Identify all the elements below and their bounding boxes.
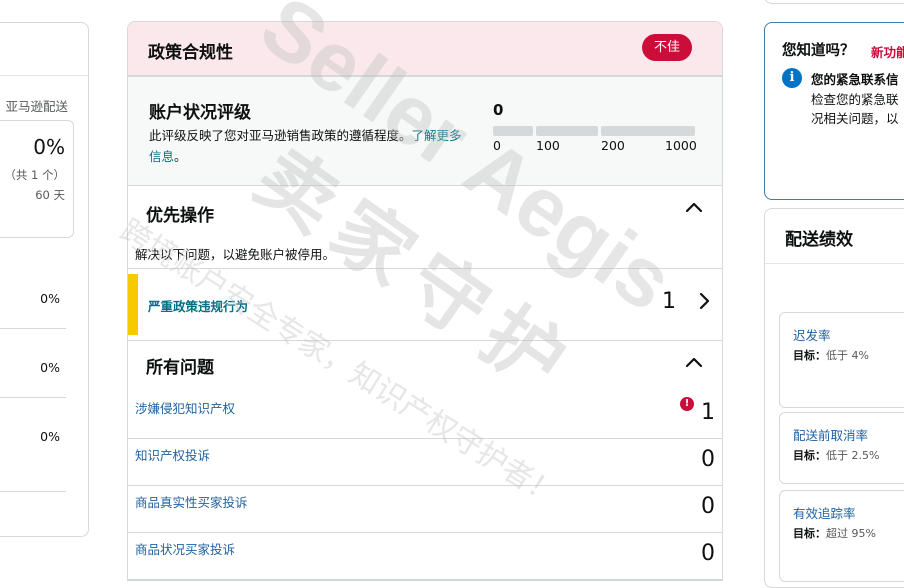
issue-row[interactable]: 商品真实性买家投诉 0 [128, 486, 722, 533]
metric-percent-row-3: 0% [40, 429, 60, 444]
divider [0, 397, 66, 398]
account-health-title: 账户状况评级 [149, 103, 251, 123]
did-you-know-title: 您知道吗？ [782, 43, 855, 59]
issue-count: 1 [701, 400, 715, 425]
target-label: 目标： [793, 449, 826, 462]
divider [0, 328, 66, 329]
top-card-edge [764, 0, 904, 4]
issue-count: 0 [701, 447, 715, 472]
metric-name[interactable]: 迟发率 [793, 325, 831, 344]
metric-percent-row-1: 0% [40, 291, 60, 306]
fba-stat-box[interactable]: 0% （共 1 个） 60 天 [0, 120, 74, 238]
issue-row[interactable]: 涉嫌侵犯知识产权 ! 1 [128, 392, 722, 439]
new-feature-label: 新功能 [871, 45, 904, 60]
scale-tick: 200 [601, 138, 625, 153]
pre-fulfillment-cancel-rate-box[interactable]: 配送前取消率 目标：低于 2.5% [779, 412, 904, 484]
target-label: 目标： [793, 527, 826, 540]
warning-bar [128, 274, 138, 335]
status-badge: 不佳 [641, 34, 692, 61]
issue-label[interactable]: 商品状况买家投诉 [135, 539, 235, 558]
description-period: 。 [174, 149, 187, 164]
chevron-up-icon[interactable] [682, 351, 706, 375]
issue-count: 0 [701, 494, 715, 519]
priority-actions-title: 优先操作 [146, 206, 214, 226]
chevron-right-icon[interactable] [694, 291, 714, 311]
fba-stat-count: （共 1 个） [4, 168, 65, 182]
account-health-rating: 账户状况评级 此评级反映了您对亚马逊销售政策的遵循程度。了解更多信息。 0 0 … [128, 77, 722, 186]
divider [765, 263, 904, 264]
account-health-description-text: 此评级反映了您对亚马逊销售政策的遵循程度。 [149, 128, 412, 143]
priority-actions-description: 解决以下问题，以避免账户被停用。 [135, 247, 336, 262]
late-shipment-rate-box[interactable]: 迟发率 目标：低于 4% [779, 312, 904, 408]
metric-name[interactable]: 有效追踪率 [793, 503, 856, 522]
metric-target: 目标：低于 2.5% [793, 447, 879, 463]
scale-tick: 0 [493, 138, 501, 153]
fba-stat-days: 60 天 [35, 188, 65, 202]
rating-scale-segment [601, 126, 695, 136]
valid-tracking-rate-box[interactable]: 有效追踪率 目标：超过 95% [779, 490, 904, 582]
account-health-score: 0 [493, 101, 504, 119]
policy-header: 政策合规性 不佳 [128, 22, 722, 77]
issue-label[interactable]: 涉嫌侵犯知识产权 [135, 398, 235, 417]
account-health-description: 此评级反映了您对亚马逊销售政策的遵循程度。了解更多信息。 [149, 125, 469, 167]
policy-title: 政策合规性 [148, 43, 233, 63]
tip-body-line: 况相关问题，以 [811, 111, 899, 126]
issue-row[interactable]: 知识产权投诉 0 [128, 439, 722, 486]
severe-violations-label[interactable]: 严重政策违规行为 [148, 296, 248, 315]
issue-label[interactable]: 商品真实性买家投诉 [135, 492, 248, 511]
target-value: 超过 95% [826, 527, 876, 540]
scale-tick: 100 [536, 138, 560, 153]
info-icon: i [782, 68, 802, 88]
shipping-performance-card: 配送绩效 迟发率 目标：低于 4% 配送前取消率 目标：低于 2.5% 有效追踪… [764, 208, 904, 588]
severe-violations-count: 1 [662, 289, 676, 314]
tip-body-line: 检查您的紧急联 [811, 92, 899, 107]
target-value: 低于 2.5% [826, 449, 880, 462]
metric-target: 目标：低于 4% [793, 347, 869, 363]
alert-icon: ! [680, 397, 694, 411]
metric-percent-row-2: 0% [40, 360, 60, 375]
target-label: 目标： [793, 349, 826, 362]
fba-stat-percent: 0% [33, 135, 65, 159]
chevron-up-icon[interactable] [682, 196, 706, 220]
did-you-know-card: 您知道吗？ 新功能 i 您的紧急联系信 检查您的紧急联 况相关问题，以 [764, 22, 904, 200]
metric-name[interactable]: 配送前取消率 [793, 425, 868, 444]
fba-label: 亚马逊配送 [5, 99, 68, 114]
shipping-performance-title: 配送绩效 [785, 230, 853, 250]
scale-tick: 1000 [665, 138, 697, 153]
divider [0, 75, 88, 76]
all-issues-title: 所有问题 [146, 358, 214, 378]
divider [0, 491, 66, 492]
issue-row[interactable]: 商品状况买家投诉 0 [128, 533, 722, 580]
severe-violations-row[interactable]: 严重政策违规行为 1 [128, 268, 722, 341]
issue-count: 0 [701, 541, 715, 566]
rating-scale-segment [536, 126, 598, 136]
target-value: 低于 4% [826, 349, 869, 362]
issue-label[interactable]: 知识产权投诉 [135, 445, 210, 464]
tip-heading: 您的紧急联系信 [811, 72, 899, 87]
metric-target: 目标：超过 95% [793, 525, 876, 541]
rating-scale-segment [493, 126, 533, 136]
policy-compliance-card: 政策合规性 不佳 账户状况评级 此评级反映了您对亚马逊销售政策的遵循程度。了解更… [127, 21, 723, 581]
fba-performance-card: 亚马逊配送 0% （共 1 个） 60 天 0% 0% 0% [0, 22, 89, 537]
